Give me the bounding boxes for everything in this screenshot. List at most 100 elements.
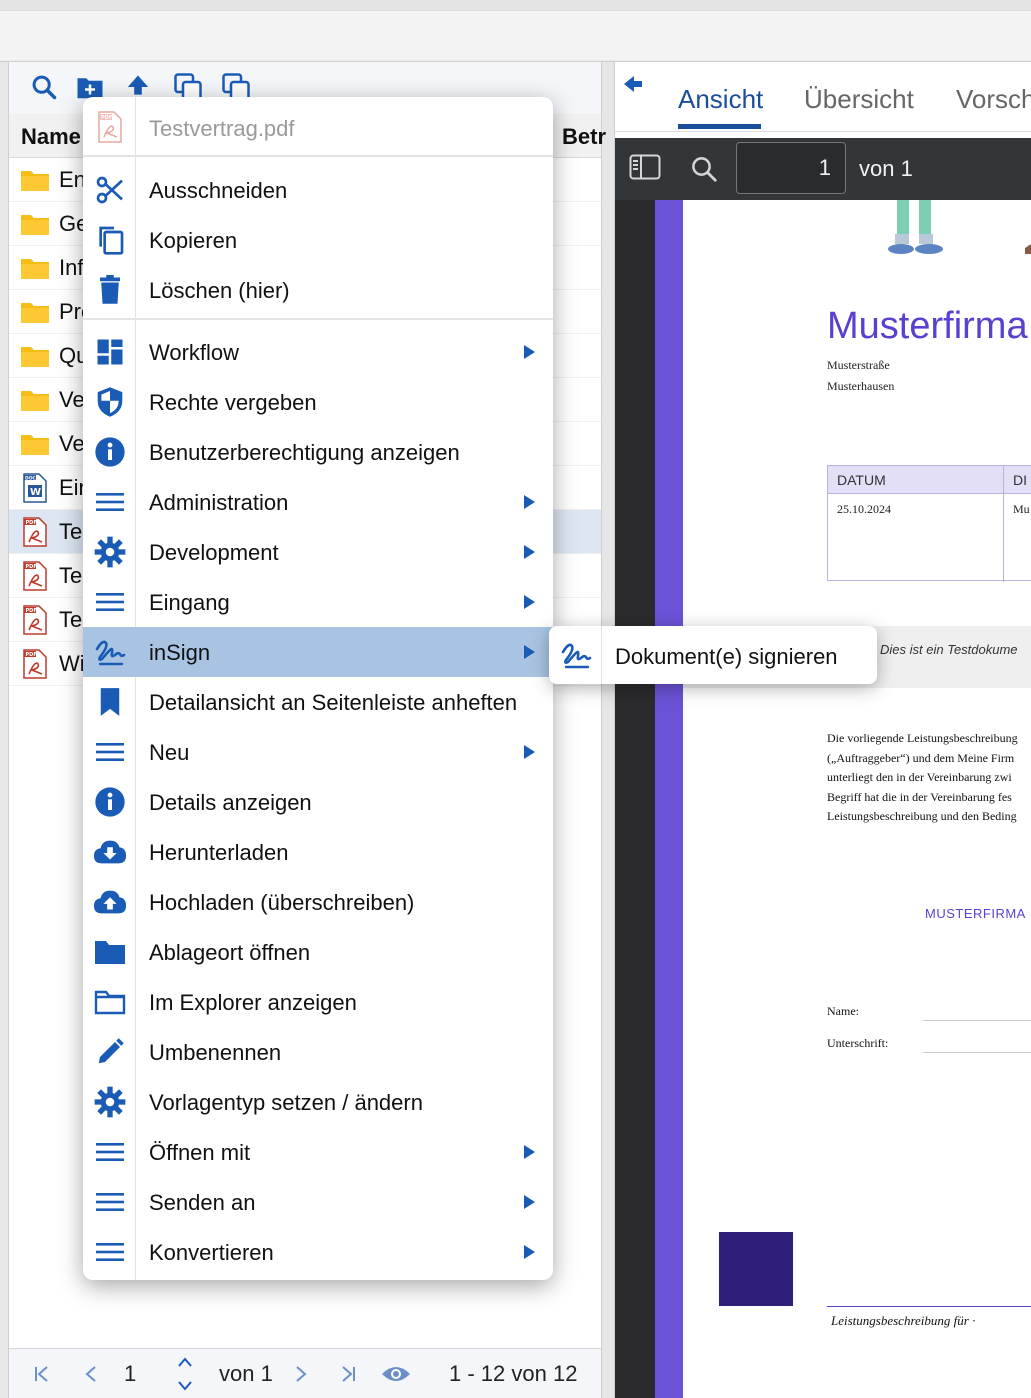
tab-ansicht[interactable]: Ansicht <box>678 84 763 115</box>
pagination-bar: 1 von 1 1 - 12 von 12 <box>9 1348 601 1398</box>
pdf-page-input[interactable]: 1 <box>736 142 846 194</box>
submenu-arrow-icon <box>524 595 535 609</box>
tab-uebersicht[interactable]: Übersicht <box>804 84 914 115</box>
file-row-label: Inf <box>59 255 84 280</box>
doc-test-note: Dies ist ein Testdokume <box>880 642 1018 657</box>
file-row-label: Ve <box>59 431 85 456</box>
menu-item-detailansicht-an-seitenleiste-anheften[interactable]: Detailansicht an Seitenleiste anheften <box>83 677 553 727</box>
menu-item-development[interactable]: Development <box>83 527 553 577</box>
back-arrow-icon[interactable] <box>621 72 645 101</box>
doc-body-line: („Auftraggeber“) und dem Meine Firm <box>827 750 1015 765</box>
column-betreff-header[interactable]: Betr <box>562 124 606 150</box>
column-name-header[interactable]: Name <box>21 124 81 150</box>
menu-item-konvertieren[interactable]: Konvertieren <box>83 1227 553 1277</box>
menu-item-löschen-hier[interactable]: Löschen (hier) <box>83 265 553 315</box>
svg-text:PDF: PDF <box>101 115 112 121</box>
bookmark-icon <box>93 685 127 719</box>
pencil-icon <box>93 1035 127 1069</box>
menu-item-öffnen-mit[interactable]: Öffnen mit <box>83 1127 553 1177</box>
eye-icon[interactable] <box>379 1359 413 1389</box>
submenu-item-sign-documents[interactable]: Dokument(e) signieren <box>615 644 838 670</box>
doc-name-label: Name: <box>827 1004 859 1018</box>
svg-text:W: W <box>30 487 41 498</box>
svg-text:PDF: PDF <box>26 652 37 658</box>
svg-text:PDF: PDF <box>26 520 37 526</box>
folder-icon <box>19 385 51 415</box>
menu-lines-icon <box>93 1185 127 1219</box>
menu-lines-icon <box>93 485 127 519</box>
page-number[interactable]: 1 <box>124 1361 136 1387</box>
menu-item-label: Eingang <box>149 590 230 615</box>
menu-item-herunterladen[interactable]: Herunterladen <box>83 827 553 877</box>
menu-item-benutzerberechtigung-anzeigen[interactable]: Benutzerberechtigung anzeigen <box>83 427 553 477</box>
folder-icon <box>19 341 51 371</box>
folder-icon <box>19 429 51 459</box>
next-page-icon[interactable] <box>289 1359 313 1389</box>
menu-item-hochladen-überschreiben[interactable]: Hochladen (überschreiben) <box>83 877 553 927</box>
first-page-icon[interactable] <box>29 1359 55 1389</box>
doc-table-head-right: DI <box>1013 472 1027 488</box>
menu-item-workflow[interactable]: Workflow <box>83 327 553 377</box>
pdf-file-icon: PDF <box>93 109 127 145</box>
menu-lines-icon <box>93 735 127 769</box>
pdf-page-count: von 1 <box>859 156 913 181</box>
gear-icon <box>93 535 127 569</box>
shield-icon <box>93 385 127 419</box>
menu-item-neu[interactable]: Neu <box>83 727 553 777</box>
submenu-arrow-icon <box>524 1245 535 1259</box>
doc-body-line: Begriff hat die in der Vereinbarung fes <box>827 789 1012 804</box>
doc-logo-block <box>719 1232 793 1306</box>
doc-city: Musterhausen <box>827 379 895 393</box>
menu-item-label: Im Explorer anzeigen <box>149 990 357 1015</box>
record-range: 1 - 12 von 12 <box>449 1361 578 1386</box>
menu-item-vorlagentyp-setzen-ändern[interactable]: Vorlagentyp setzen / ändern <box>83 1077 553 1127</box>
menu-item-ausschneiden[interactable]: Ausschneiden <box>83 165 553 215</box>
menu-item-ablageort-öffnen[interactable]: Ablageort öffnen <box>83 927 553 977</box>
pdf-viewport[interactable]: Musterfirma Musterstraße Musterhausen DA… <box>615 200 1031 1398</box>
menu-item-label: Konvertieren <box>149 1240 274 1265</box>
menu-item-eingang[interactable]: Eingang <box>83 577 553 627</box>
menu-item-kopieren[interactable]: Kopieren <box>83 215 553 265</box>
menu-item-administration[interactable]: Administration <box>83 477 553 527</box>
signature-icon <box>93 635 127 669</box>
menu-lines-icon <box>93 585 127 619</box>
prev-page-icon[interactable] <box>79 1359 103 1389</box>
illustration-image <box>888 200 1031 254</box>
menu-item-label: Ausschneiden <box>149 178 288 203</box>
doc-street: Musterstraße <box>827 358 890 372</box>
folder-filled-icon <box>93 935 127 969</box>
menu-separator <box>83 318 553 320</box>
info-icon <box>93 435 127 469</box>
search-icon[interactable] <box>27 70 61 104</box>
doc-body-line: unterliegt den in der Vereinbarung zwi <box>827 770 1012 784</box>
menu-item-details-anzeigen[interactable]: Details anzeigen <box>83 777 553 827</box>
pdf-search-icon[interactable] <box>689 154 719 189</box>
menu-item-label: Öffnen mit <box>149 1140 251 1165</box>
menu-lines-icon <box>93 1235 127 1269</box>
pdf-toolbar: 1 von 1 <box>615 138 1031 200</box>
last-page-icon[interactable] <box>335 1359 361 1389</box>
doc-body-line: Leistungsbeschreibung und den Beding <box>827 809 1017 823</box>
menu-item-label: Kopieren <box>149 228 238 253</box>
menu-item-senden-an[interactable]: Senden an <box>83 1177 553 1227</box>
menu-item-rechte-vergeben[interactable]: Rechte vergeben <box>83 377 553 427</box>
signature-icon <box>559 638 593 672</box>
sidebar-toggle-icon[interactable] <box>629 154 661 185</box>
svg-text:PDF: PDF <box>26 608 37 614</box>
insign-submenu: Dokument(e) signieren <box>549 626 877 684</box>
submenu-arrow-icon <box>524 1195 535 1209</box>
folder-outline-icon <box>93 985 127 1019</box>
doc-footer-text: Leistungsbeschreibung für · <box>831 1313 976 1328</box>
menu-lines-icon <box>93 1135 127 1169</box>
tab-vorschau[interactable]: Vorsch <box>956 84 1031 115</box>
menu-item-im-explorer-anzeigen[interactable]: Im Explorer anzeigen <box>83 977 553 1027</box>
cloud-download-icon <box>93 835 127 869</box>
doc-table-divider <box>1003 466 1004 582</box>
page-stepper-icon[interactable] <box>173 1353 197 1395</box>
menu-item-label: inSign <box>149 640 211 665</box>
menu-item-umbenennen[interactable]: Umbenennen <box>83 1027 553 1077</box>
menu-item-insign[interactable]: inSign <box>83 627 553 677</box>
menu-filename: Testvertrag.pdf <box>149 116 295 141</box>
gear-icon <box>93 1085 127 1119</box>
pdf-page: Musterfirma Musterstraße Musterhausen DA… <box>655 200 1031 1398</box>
